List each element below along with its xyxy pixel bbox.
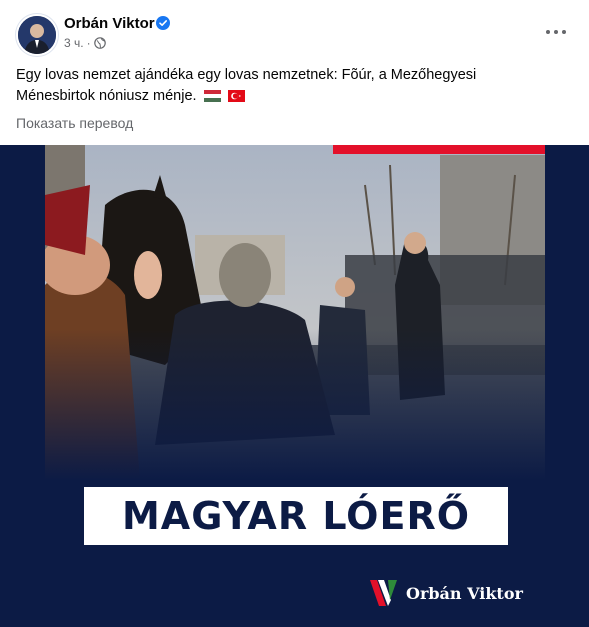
verified-badge-icon (156, 16, 170, 30)
post-image[interactable]: MAGYAR LÓERŐ Orbán Viktor (0, 145, 589, 627)
author-name[interactable]: Orbán Viktor (64, 15, 155, 32)
red-accent-bar (333, 145, 545, 154)
post-header: Orbán Viktor 3 ч. · (0, 0, 589, 60)
meta-separator: · (86, 36, 91, 50)
facebook-post: Orbán Viktor 3 ч. · Egy lovas nemzet ajá… (0, 0, 589, 627)
avatar-portrait (18, 16, 56, 54)
post-timestamp[interactable]: 3 ч. (64, 36, 84, 50)
brand-logo: Orbán Viktor (370, 577, 523, 609)
banner-title: MAGYAR LÓERŐ (121, 494, 471, 538)
avatar[interactable] (16, 14, 58, 56)
photo-horse-gift (45, 145, 545, 480)
post-meta: 3 ч. · (64, 36, 106, 50)
turkey-flag-icon (227, 90, 245, 102)
hungary-flag-icon (203, 90, 221, 102)
title-banner: MAGYAR LÓERŐ (84, 487, 508, 545)
post-text: Egy lovas nemzet ajándéka egy lovas nemz… (16, 67, 477, 104)
post-body: Egy lovas nemzet ajándéka egy lovas nemz… (16, 65, 556, 107)
brand-name: Orbán Viktor (406, 583, 523, 603)
more-options-icon[interactable] (543, 22, 569, 42)
globe-icon (93, 37, 106, 49)
show-translation-link[interactable]: Показать перевод (16, 115, 133, 131)
orban-logo-icon (370, 580, 397, 606)
